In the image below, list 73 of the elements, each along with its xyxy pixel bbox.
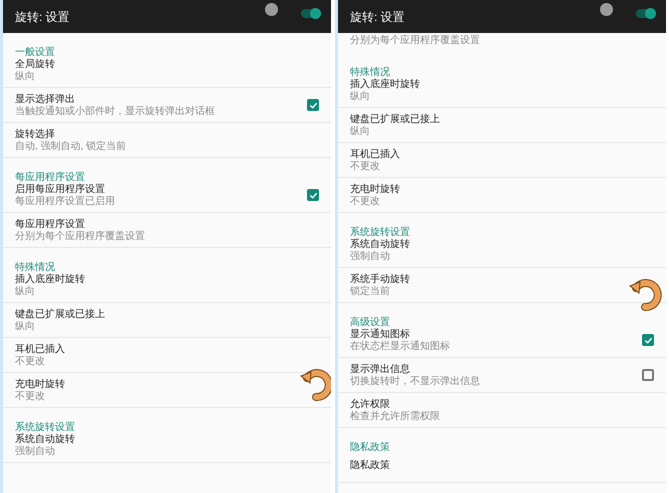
setting-subtitle: 分别为每个应用程序覆盖设置: [15, 230, 145, 242]
setting-title: 耳机已插入: [350, 148, 400, 160]
setting-row[interactable]: 键盘已扩展或已接上 纵向: [3, 303, 117, 337]
setting-subtitle: 纵向: [15, 320, 36, 332]
section-header: 系统旋转设置: [350, 227, 410, 238]
setting-title: 系统自动旋转: [15, 432, 75, 446]
check-icon: [308, 190, 318, 200]
setting-title: 每应用程序设置: [15, 218, 86, 230]
setting-row[interactable]: 键盘已扩展或已接上 纵向: [338, 108, 452, 142]
setting-subtitle: 检查并允许所需权限: [350, 410, 440, 422]
setting-subtitle: 自动, 强制自动, 锁定当前: [15, 140, 126, 152]
setting-subtitle: 每应用程序设置已启用: [15, 196, 115, 208]
toggle-switch[interactable]: [636, 9, 656, 18]
setting-subtitle: 分别为每个应用程序覆盖设置: [350, 35, 480, 47]
setting-title: 系统自动旋转: [350, 238, 410, 250]
checkbox[interactable]: [307, 99, 319, 111]
app-title: 旋转: 设置: [15, 8, 70, 26]
setting-subtitle: 强制自动: [350, 250, 391, 262]
setting-title: 隐私政策: [350, 458, 390, 472]
setting-title: 键盘已扩展或已接上: [350, 112, 440, 126]
setting-subtitle: 不更改: [350, 196, 381, 208]
checkbox[interactable]: [307, 189, 319, 201]
check-icon: [644, 336, 652, 344]
section-header: 特殊情况: [350, 67, 390, 78]
setting-row[interactable]: 旋转选择 自动, 强制自动, 锁定当前: [3, 123, 138, 157]
setting-subtitle: 纵向: [350, 90, 371, 102]
setting-row[interactable]: 耳机已插入 不更改: [338, 143, 412, 177]
setting-row[interactable]: 显示选择弹出 当触按通知或小部件时，显示旋转弹出对话框: [3, 88, 331, 122]
setting-subtitle: 纵向: [350, 126, 371, 138]
checkbox[interactable]: [642, 369, 654, 381]
setting-title: 显示选择弹出: [15, 92, 76, 106]
setting-subtitle: 不更改: [15, 356, 46, 368]
rotate-arrow-icon: [299, 368, 331, 402]
section-header: 特殊情况: [15, 262, 55, 273]
setting-title: 启用每应用程序设置: [15, 182, 106, 196]
setting-row[interactable]: 显示弹出信息 切换旋转时，不显示弹出信息: [338, 358, 666, 392]
setting-title: 插入底座时旋转: [350, 78, 420, 90]
touch-indicator: [600, 3, 613, 16]
setting-title: 充电时旋转: [350, 182, 400, 196]
app-title: 旋转: 设置: [350, 8, 405, 26]
setting-title: 键盘已扩展或已接上: [15, 308, 105, 320]
touch-indicator: [265, 3, 278, 16]
setting-row[interactable]: 充电时旋转 不更改: [338, 178, 412, 212]
setting-subtitle: 当触按通知或小部件时，显示旋转弹出对话框: [15, 106, 215, 118]
setting-subtitle: 纵向: [15, 286, 36, 298]
setting-subtitle: 强制自动: [15, 446, 56, 458]
toggle-switch[interactable]: [301, 9, 321, 18]
setting-row[interactable]: 充电时旋转 不更改: [3, 373, 77, 407]
section-header: 一般设置: [15, 47, 55, 58]
setting-row[interactable]: 允许权限 检查并允许所需权限: [338, 393, 452, 427]
setting-title: 显示弹出信息: [350, 362, 411, 376]
setting-subtitle: 切换旋转时，不显示弹出信息: [350, 376, 480, 388]
setting-subtitle: 锁定当前: [350, 286, 391, 298]
setting-subtitle: 不更改: [15, 390, 46, 402]
setting-title: 系统手动旋转: [350, 272, 410, 286]
setting-subtitle: 不更改: [350, 160, 381, 172]
setting-subtitle: 纵向: [15, 70, 36, 82]
section-header: 隐私政策: [350, 442, 390, 453]
setting-title: 插入底座时旋转: [15, 272, 85, 286]
setting-subtitle: 在状态栏显示通知图标: [350, 340, 450, 352]
setting-title: 全局旋转: [15, 58, 55, 70]
setting-row[interactable]: 每应用程序设置 分别为每个应用程序覆盖设置: [3, 213, 157, 247]
check-icon: [308, 100, 318, 110]
setting-title: 充电时旋转: [15, 378, 65, 390]
setting-row[interactable]: 系统手动旋转 锁定当前: [338, 268, 422, 302]
checkbox[interactable]: [642, 334, 654, 346]
setting-title: 显示通知图标: [350, 328, 411, 340]
rotate-arrow-icon: [628, 278, 662, 312]
section-header: 系统旋转设置: [15, 422, 75, 433]
setting-title: 耳机已插入: [15, 342, 65, 356]
setting-row[interactable]: 耳机已插入 不更改: [3, 338, 77, 372]
setting-title: 旋转选择: [15, 128, 56, 140]
setting-title: 允许权限: [350, 398, 391, 410]
